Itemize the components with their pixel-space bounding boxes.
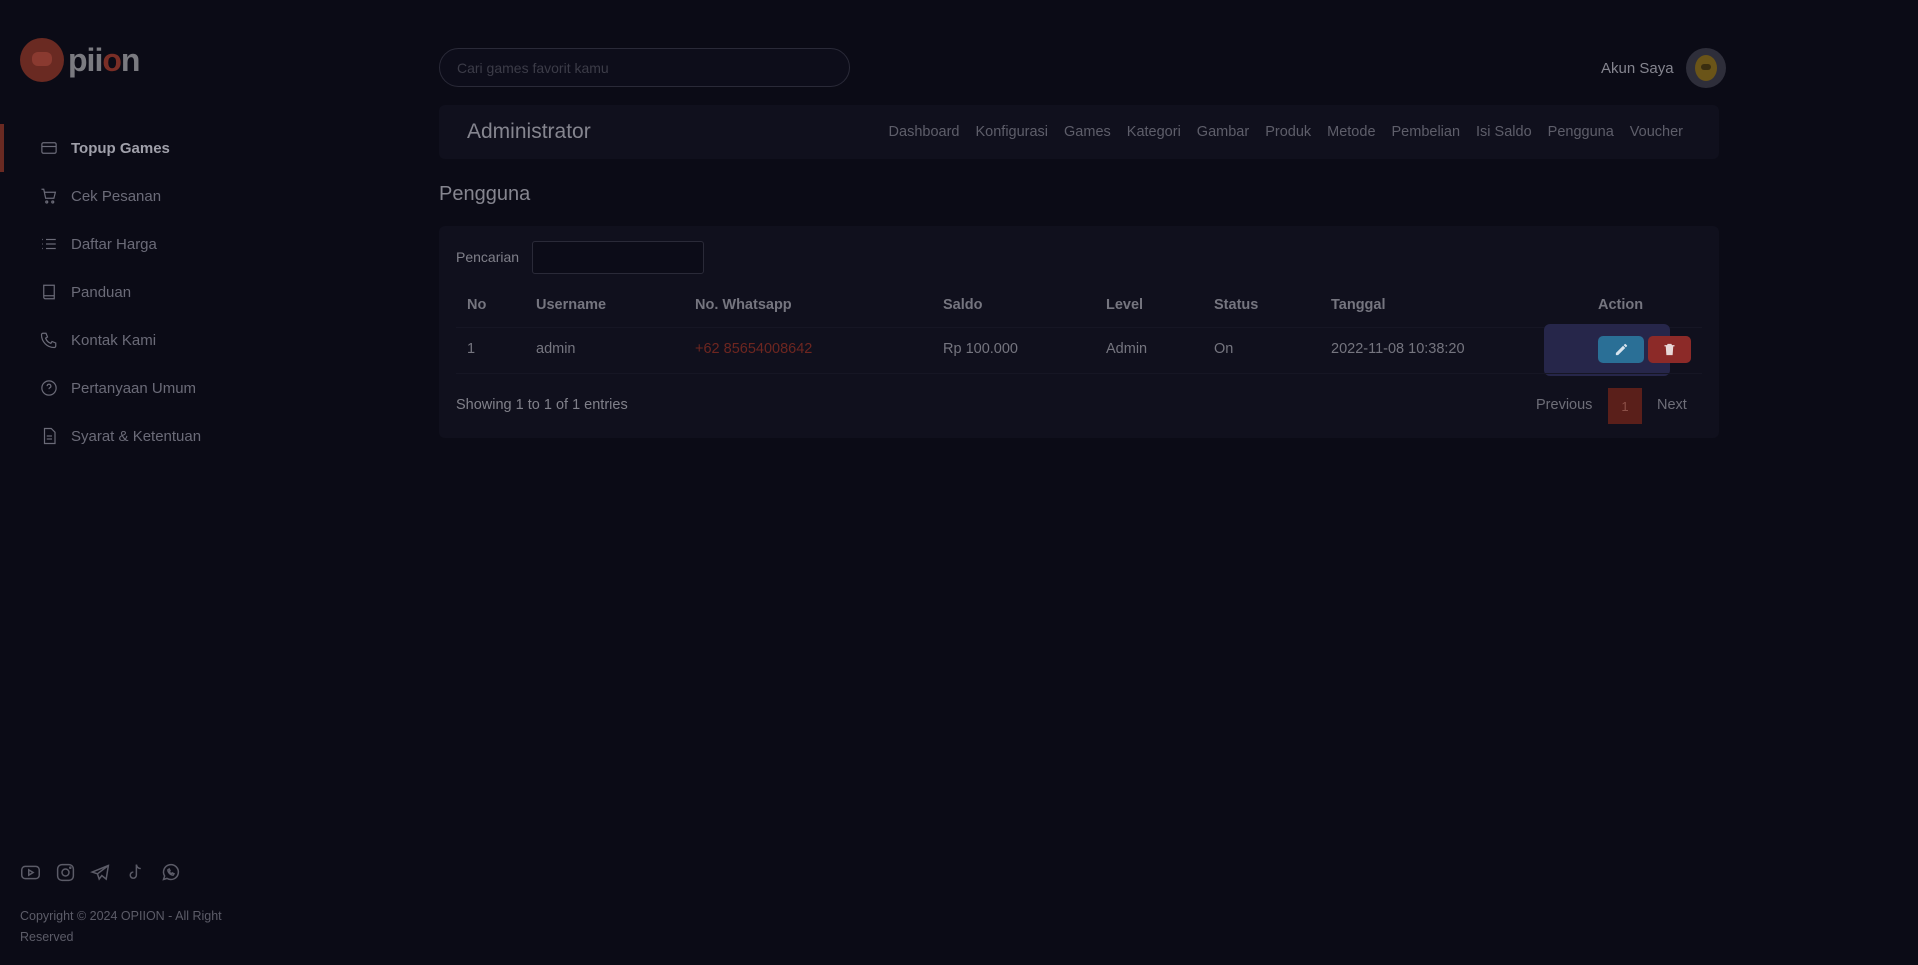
- delete-button[interactable]: [1648, 336, 1691, 363]
- cell-whatsapp-link[interactable]: +62 85654008642: [695, 341, 812, 357]
- sidebar-item-label: Panduan: [71, 283, 132, 301]
- sidebar-item-cek-pesanan[interactable]: Cek Pesanan: [0, 172, 300, 220]
- table-search-label: Pencarian: [456, 249, 520, 265]
- card-icon: [40, 139, 58, 157]
- column-header-action: Action: [1598, 297, 1644, 313]
- admin-nav-kategori[interactable]: Kategori: [1127, 124, 1181, 140]
- sidebar-item-topup-games[interactable]: Topup Games: [0, 124, 300, 172]
- sidebar-item-daftar-harga[interactable]: Daftar Harga: [0, 220, 300, 268]
- table-search-input[interactable]: [532, 241, 704, 274]
- admin-nav-metode[interactable]: Metode: [1327, 124, 1375, 140]
- table-info: Showing 1 to 1 of 1 entries: [456, 397, 628, 413]
- column-header-whatsapp[interactable]: No. Whatsapp: [695, 297, 792, 313]
- pagination-page-1[interactable]: 1: [1608, 388, 1642, 424]
- telegram-icon[interactable]: [90, 862, 111, 883]
- cell-tanggal: 2022-11-08 10:38:20: [1331, 341, 1465, 357]
- sidebar-nav: Topup Games Cek Pesanan Daftar Harga Pan…: [0, 124, 300, 460]
- cell-username: admin: [536, 341, 576, 357]
- pagination-previous[interactable]: Previous: [1536, 397, 1592, 413]
- column-header-saldo[interactable]: Saldo: [943, 297, 982, 313]
- sidebar-item-label: Cek Pesanan: [71, 187, 162, 205]
- sidebar: piion Topup Games Cek Pesanan Daftar Har…: [0, 0, 300, 965]
- admin-nav-voucher[interactable]: Voucher: [1630, 124, 1683, 140]
- tiktok-icon[interactable]: [125, 862, 146, 883]
- cell-no: 1: [467, 341, 476, 357]
- sidebar-item-label: Syarat & Ketentuan: [71, 427, 202, 445]
- users-table-card: Pencarian No Username No. Whatsapp Saldo…: [439, 226, 1719, 438]
- account-label: Akun Saya: [1601, 59, 1674, 77]
- account-menu[interactable]: Akun Saya: [1601, 48, 1726, 88]
- avatar[interactable]: [1685, 48, 1726, 88]
- cell-status: On: [1214, 341, 1234, 357]
- admin-nav-isi-saldo[interactable]: Isi Saldo: [1476, 124, 1532, 140]
- admin-title: Administrator: [467, 120, 591, 143]
- cell-level: Admin: [1106, 341, 1148, 357]
- whatsapp-icon[interactable]: [160, 862, 181, 883]
- admin-nav-pembelian[interactable]: Pembelian: [1392, 124, 1461, 140]
- sidebar-item-label: Daftar Harga: [71, 235, 157, 253]
- sidebar-item-label: Topup Games: [71, 139, 170, 157]
- column-header-username[interactable]: Username: [536, 297, 606, 313]
- help-circle-icon: [40, 379, 58, 397]
- copyright-text: Copyright © 2024 OPIION - All Right Rese…: [20, 909, 222, 944]
- admin-nav-produk[interactable]: Produk: [1265, 124, 1311, 140]
- admin-nav-dashboard[interactable]: Dashboard: [889, 124, 960, 140]
- gamepad-logo-icon: [20, 38, 64, 82]
- column-header-level[interactable]: Level: [1106, 297, 1143, 313]
- edit-button[interactable]: [1598, 336, 1644, 363]
- admin-header: Administrator Dashboard Konfigurasi Game…: [439, 105, 1719, 159]
- list-icon: [40, 235, 58, 253]
- logo-text: piion: [68, 41, 140, 78]
- youtube-icon[interactable]: [20, 862, 41, 883]
- trash-icon: [1664, 343, 1675, 356]
- page-title: Pengguna: [439, 183, 531, 205]
- sidebar-item-label: Pertanyaan Umum: [71, 379, 197, 397]
- book-icon: [40, 283, 58, 301]
- column-header-no[interactable]: No: [467, 297, 486, 313]
- sidebar-item-panduan[interactable]: Panduan: [0, 268, 300, 316]
- search-input[interactable]: [439, 48, 850, 87]
- pencil-icon: [1615, 343, 1627, 356]
- admin-nav-konfigurasi[interactable]: Konfigurasi: [975, 124, 1048, 140]
- column-header-tanggal[interactable]: Tanggal: [1331, 297, 1386, 313]
- column-header-status[interactable]: Status: [1214, 297, 1258, 313]
- phone-icon: [40, 331, 58, 349]
- sidebar-item-label: Kontak Kami: [71, 331, 157, 349]
- logo[interactable]: piion: [20, 38, 140, 82]
- divider: [456, 327, 1702, 328]
- instagram-icon[interactable]: [55, 862, 76, 883]
- cart-icon: [40, 187, 58, 205]
- sidebar-item-pertanyaan-umum[interactable]: Pertanyaan Umum: [0, 364, 300, 412]
- document-icon: [40, 427, 58, 445]
- admin-nav-pengguna[interactable]: Pengguna: [1548, 124, 1614, 140]
- admin-nav-gambar[interactable]: Gambar: [1197, 124, 1249, 140]
- social-links: [20, 862, 181, 883]
- pagination-next[interactable]: Next: [1657, 397, 1687, 413]
- cell-saldo: Rp 100.000: [943, 341, 1018, 357]
- admin-nav: Dashboard Konfigurasi Games Kategori Gam…: [889, 124, 1683, 140]
- sidebar-item-syarat-ketentuan[interactable]: Syarat & Ketentuan: [0, 412, 300, 460]
- sidebar-item-kontak-kami[interactable]: Kontak Kami: [0, 316, 300, 364]
- admin-nav-games[interactable]: Games: [1064, 124, 1111, 140]
- divider: [456, 373, 1702, 374]
